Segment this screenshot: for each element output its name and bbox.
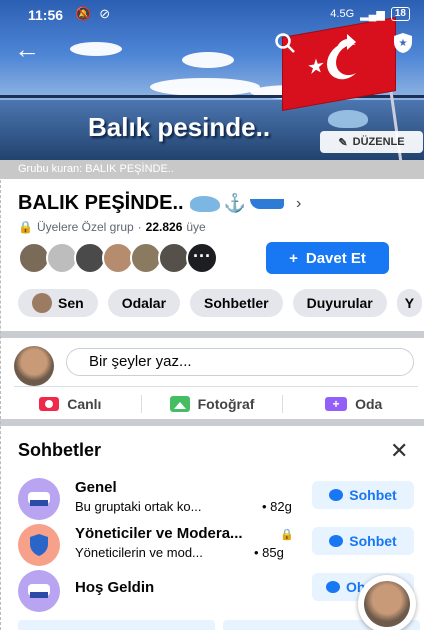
- edit-cover-button[interactable]: ✎ DÜZENLE: [320, 131, 423, 153]
- chat-room-icon: [18, 570, 60, 612]
- pencil-icon: ✎: [338, 136, 348, 149]
- battery-icon: 18: [390, 7, 410, 21]
- sync-icon: ⊘: [99, 6, 111, 21]
- chat-description: Yöneticilerin ve mod...: [75, 545, 203, 560]
- live-video-icon: [39, 397, 60, 411]
- chat-row[interactable]: Genel Bu gruptaki ortak ko... • 82g Sohb…: [18, 478, 418, 520]
- tab-you[interactable]: Sen: [18, 289, 98, 317]
- members-word: üye: [186, 220, 206, 234]
- chat-open-button[interactable]: Sohbet: [312, 527, 414, 555]
- close-icon[interactable]: ✕: [390, 438, 408, 464]
- admin-shield-icon[interactable]: ★: [390, 32, 416, 58]
- chat-room-icon: [18, 478, 60, 520]
- dolphin-graphic: [328, 110, 368, 128]
- lock-icon: 🔒: [18, 220, 33, 234]
- chat-time: • 85g: [254, 545, 284, 560]
- room-button[interactable]: + Oda: [283, 392, 424, 416]
- svg-text:★: ★: [399, 38, 408, 49]
- edit-cover-label: DÜZENLE: [352, 136, 405, 148]
- tab-label: Odalar: [121, 295, 167, 311]
- notifications-off-icon: 🔕: [75, 6, 92, 21]
- chat-name: Yöneticiler ve Modera...: [75, 525, 243, 542]
- tab-rooms[interactable]: Odalar: [107, 289, 181, 317]
- chat-head-avatar[interactable]: [358, 575, 416, 630]
- section-divider: [0, 331, 424, 338]
- edge-guide: [0, 180, 1, 630]
- chat-row[interactable]: Yöneticiler ve Modera... 🔒 Yöneticilerin…: [18, 524, 418, 566]
- anchor-emoji-icon: ⚓: [223, 193, 246, 213]
- founder-text: Grubu kuran: BALIK PEŞİNDE..: [18, 163, 174, 175]
- network-label: 4.5G: [330, 8, 355, 20]
- section-divider: [0, 419, 424, 426]
- chat-bubble-icon: [329, 535, 344, 547]
- chat-button-label: Sohbet: [349, 487, 397, 503]
- founder-bar: Grubu kuran: BALIK PEŞİNDE..: [0, 160, 424, 179]
- composer-actions: Canlı Fotoğraf + Oda: [0, 392, 424, 416]
- share-icon[interactable]: [333, 32, 359, 58]
- composer-placeholder: Bir şeyler yaz...: [89, 353, 192, 370]
- bottom-strip: [18, 620, 420, 630]
- back-arrow-icon[interactable]: ←: [14, 34, 40, 65]
- live-label: Canlı: [67, 396, 102, 412]
- group-name-row[interactable]: BALIK PEŞİNDE.. ⚓ ›: [18, 192, 301, 215]
- composer-input[interactable]: Bir şeyler yaz...: [66, 348, 414, 376]
- meta-separator: ·: [137, 220, 142, 234]
- invite-button[interactable]: + Davet Et: [266, 242, 389, 274]
- group-privacy: Üyelere Özel grup: [36, 220, 134, 234]
- search-icon[interactable]: [272, 32, 298, 58]
- chevron-right-icon: ›: [296, 194, 302, 212]
- member-avatars[interactable]: ···: [18, 242, 218, 274]
- group-name: BALIK PEŞİNDE..: [18, 192, 184, 214]
- composer-divider: [14, 386, 418, 387]
- cloud: [182, 52, 234, 68]
- avatar[interactable]: [14, 346, 54, 386]
- lock-icon: 🔒: [280, 529, 294, 541]
- group-name-emojis: ⚓: [189, 193, 284, 214]
- live-button[interactable]: Canlı: [0, 392, 141, 416]
- photo-button[interactable]: Fotoğraf: [142, 392, 283, 416]
- boat-emoji-icon: [250, 198, 284, 209]
- photo-icon: [169, 396, 190, 412]
- tab-label: Sohbetler: [204, 295, 269, 311]
- cloud: [70, 42, 122, 56]
- more-members-icon[interactable]: ···: [186, 242, 218, 274]
- tab-label: Duyurular: [306, 295, 373, 311]
- tab-label: Sen: [58, 295, 84, 311]
- chat-bubble-icon: [329, 489, 344, 501]
- chats-title: Sohbetler: [18, 440, 102, 460]
- members-count: 22.826: [145, 220, 183, 234]
- status-time: 11:56: [28, 7, 64, 23]
- cloud: [150, 78, 260, 96]
- group-meta: 🔒 Üyelere Özel grup · 22.826 üye: [18, 220, 206, 234]
- status-left-icons: 🔕 ⊘: [75, 6, 110, 22]
- status-right-icons: 4.5G ▂▄▆ 18: [330, 7, 410, 21]
- cover-title: Balık pesinde..: [88, 112, 271, 142]
- tab-chats[interactable]: Sohbetler: [190, 289, 283, 317]
- chat-button-label: Sohbet: [349, 533, 397, 549]
- avatar: [32, 293, 52, 313]
- room-label: Oda: [355, 396, 383, 412]
- chat-open-button[interactable]: Sohbet: [312, 481, 414, 509]
- status-bar: 11:56 🔕 ⊘ 4.5G ▂▄▆ 18: [0, 0, 424, 30]
- chat-bubble-icon: [326, 581, 340, 593]
- chat-description: Bu gruptaki ortak ko...: [75, 499, 202, 514]
- chat-name: Genel: [75, 479, 117, 496]
- tab-more-label: Y: [404, 295, 415, 311]
- tab-announcements[interactable]: Duyurular: [292, 289, 387, 317]
- group-screen: ★ Balık pesinde.. 11:56 🔕 ⊘ 4.5G ▂▄▆ 18 …: [0, 0, 424, 630]
- chat-name: Hoş Geldin: [75, 579, 155, 596]
- plus-icon: +: [289, 249, 298, 267]
- room-icon: +: [325, 397, 348, 411]
- group-tabs: Sen Odalar Sohbetler Duyurular Y: [18, 289, 423, 317]
- invite-label: Davet Et: [305, 249, 366, 267]
- chat-time: • 82g: [262, 499, 292, 514]
- dolphin-emoji-icon: [189, 195, 220, 212]
- shield-icon: [18, 524, 60, 566]
- signal-icon: ▂▄▆: [360, 8, 385, 21]
- photo-label: Fotoğraf: [197, 396, 255, 412]
- tab-more[interactable]: Y: [396, 289, 423, 317]
